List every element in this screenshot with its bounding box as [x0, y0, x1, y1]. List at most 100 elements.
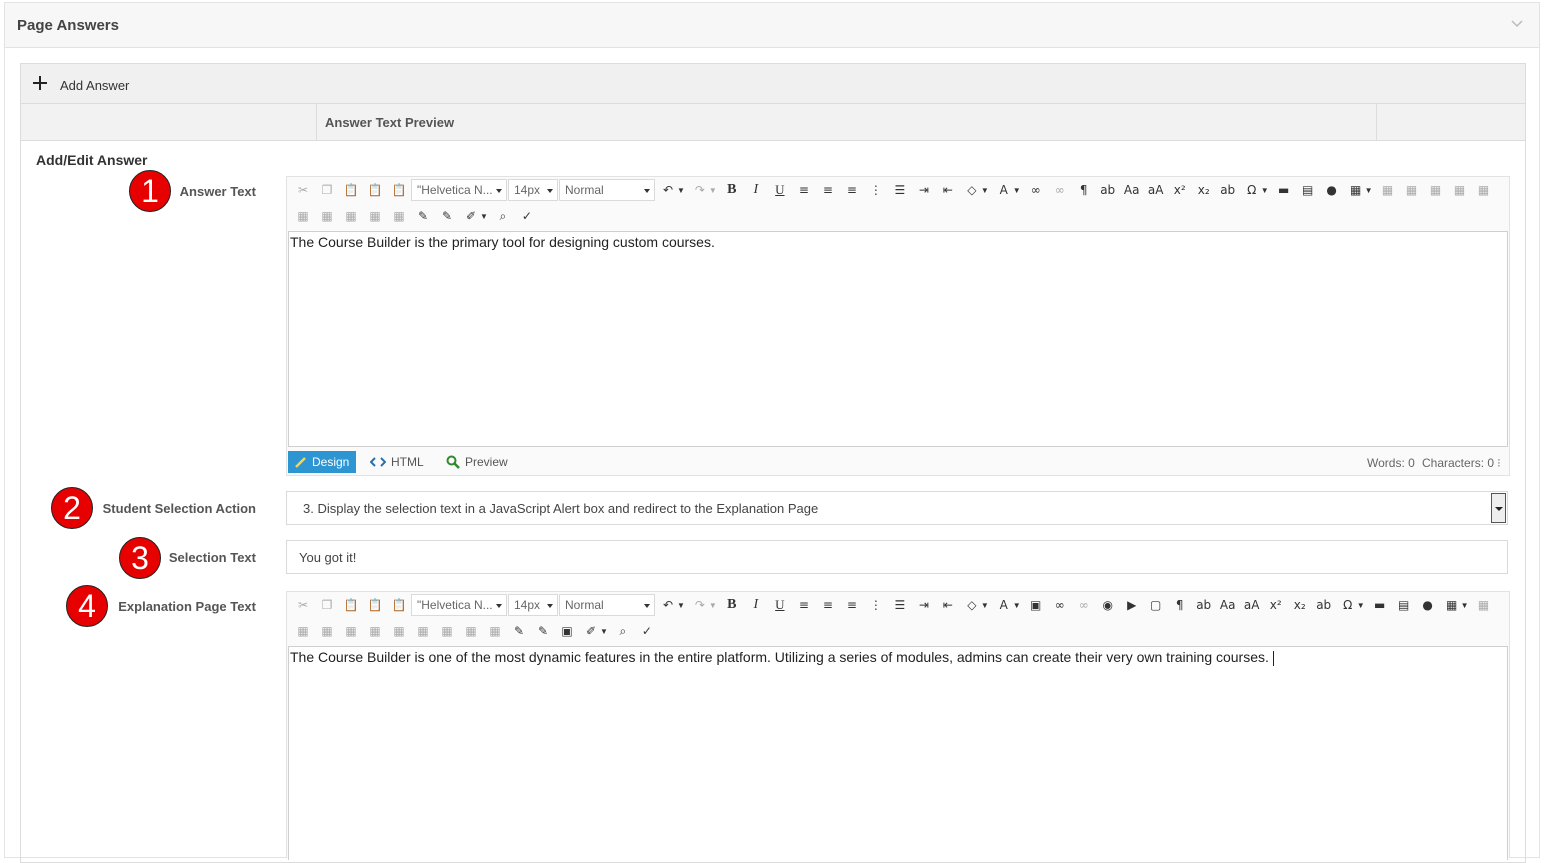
superscript-icon[interactable]: x²: [1172, 182, 1188, 198]
bullet-list-icon[interactable]: ☰: [892, 597, 908, 613]
indent-icon[interactable]: ⇥: [916, 597, 932, 613]
underline-icon[interactable]: U: [772, 597, 788, 613]
table-col-right-icon[interactable]: ▦: [1476, 182, 1492, 198]
change-case-icon[interactable]: aA: [1244, 597, 1260, 613]
find-icon[interactable]: ⌕: [495, 208, 511, 224]
paste-text-icon[interactable]: 📋: [391, 597, 407, 613]
ordered-list-icon[interactable]: ⋮: [868, 597, 884, 613]
table-icon[interactable]: ▦: [1444, 597, 1460, 613]
table-row-below-icon[interactable]: ▦: [1404, 182, 1420, 198]
preview-mode-tab[interactable]: Preview: [439, 451, 515, 473]
subscript-icon[interactable]: x₂: [1196, 182, 1212, 198]
table-delete-col-icon[interactable]: ▦: [295, 208, 311, 224]
strikethrough-icon[interactable]: ab: [1316, 597, 1332, 613]
paragraph-icon[interactable]: ¶: [1076, 182, 1092, 198]
copy-icon[interactable]: ❐: [319, 182, 335, 198]
align-center-icon[interactable]: ≡: [820, 182, 836, 198]
cut-icon[interactable]: ✂: [295, 597, 311, 613]
flash-icon[interactable]: ◉: [1100, 597, 1116, 613]
find-icon[interactable]: ⌕: [615, 623, 631, 639]
video-icon[interactable]: ▶: [1124, 597, 1140, 613]
outdent-icon[interactable]: ⇤: [940, 182, 956, 198]
format-select[interactable]: Normal: [559, 594, 655, 616]
table-col-right-icon[interactable]: ▦: [367, 623, 383, 639]
subscript-icon[interactable]: x₂: [1292, 597, 1308, 613]
paste-word-icon[interactable]: 📋: [367, 182, 383, 198]
case-icon[interactable]: Aa: [1124, 182, 1140, 198]
strikethrough-icon[interactable]: ab: [1220, 182, 1236, 198]
underline-icon[interactable]: U: [772, 182, 788, 198]
change-case-icon[interactable]: aA: [1148, 182, 1164, 198]
cut-icon[interactable]: ✂: [295, 182, 311, 198]
superscript-icon[interactable]: x²: [1268, 597, 1284, 613]
spellcheck-icon[interactable]: ✓: [639, 623, 655, 639]
design-mode-tab[interactable]: Design: [288, 451, 357, 473]
answer-text-content[interactable]: The Course Builder is the primary tool f…: [288, 231, 1508, 447]
format-stripper-icon[interactable]: ✐: [463, 208, 479, 224]
ordered-list-icon[interactable]: ⋮: [868, 182, 884, 198]
table-cell-icon[interactable]: ▦: [367, 208, 383, 224]
bold-icon[interactable]: B: [724, 597, 740, 613]
outdent-icon[interactable]: ⇤: [940, 597, 956, 613]
table-row-above-icon[interactable]: ▦: [1380, 182, 1396, 198]
html-mode-tab[interactable]: HTML: [363, 451, 431, 473]
table-delete-row-icon[interactable]: ▦: [1428, 182, 1444, 198]
align-right-icon[interactable]: ≡: [844, 182, 860, 198]
special-char-icon[interactable]: Ω: [1340, 597, 1356, 613]
table-delete-icon[interactable]: ▦: [487, 623, 503, 639]
spellcheck-text-icon[interactable]: ab: [1100, 182, 1116, 198]
table-delete-icon[interactable]: ▦: [391, 208, 407, 224]
highlight-color-icon[interactable]: ◇: [964, 597, 980, 613]
table-row-below-icon[interactable]: ▦: [295, 623, 311, 639]
align-center-icon[interactable]: ≡: [820, 597, 836, 613]
case-icon[interactable]: Aa: [1220, 597, 1236, 613]
font-size-select[interactable]: 14px: [508, 179, 558, 201]
link-icon[interactable]: ∞: [1052, 597, 1068, 613]
unlink-icon[interactable]: ∞: [1076, 597, 1092, 613]
media-icon[interactable]: ●: [1420, 597, 1436, 613]
redo-icon[interactable]: ↷: [692, 182, 708, 198]
table-col-left-icon[interactable]: ▦: [1452, 182, 1468, 198]
undo-icon[interactable]: ↶: [660, 597, 676, 613]
bold-icon[interactable]: B: [724, 182, 740, 198]
bullet-list-icon[interactable]: ☰: [892, 182, 908, 198]
paragraph-icon[interactable]: ¶: [1172, 597, 1188, 613]
table-icon[interactable]: ▦: [1348, 182, 1364, 198]
special-char-icon[interactable]: Ω: [1244, 182, 1260, 198]
horizontal-rule-icon[interactable]: ▬: [1276, 182, 1292, 198]
link-icon[interactable]: ∞: [1028, 182, 1044, 198]
horizontal-rule-icon[interactable]: ▬: [1372, 597, 1388, 613]
media-icon[interactable]: ●: [1324, 182, 1340, 198]
spellcheck-icon[interactable]: ✓: [519, 208, 535, 224]
select-dropdown-button[interactable]: [1491, 493, 1506, 523]
redo-icon[interactable]: ↷: [692, 597, 708, 613]
paste-icon[interactable]: 📋: [343, 182, 359, 198]
edit-properties-icon[interactable]: ✎: [511, 623, 527, 639]
selection-action-select[interactable]: 3. Display the selection text in a JavaS…: [286, 491, 1508, 525]
align-right-icon[interactable]: ≡: [844, 597, 860, 613]
table-row-above-icon[interactable]: ▦: [1476, 597, 1492, 613]
font-family-select[interactable]: "Helvetica N...: [411, 594, 507, 616]
document-icon[interactable]: ▢: [1148, 597, 1164, 613]
font-family-select[interactable]: "Helvetica N...: [411, 179, 507, 201]
explanation-text-content[interactable]: The Course Builder is one of the most dy…: [288, 646, 1508, 860]
italic-icon[interactable]: I: [748, 597, 764, 613]
table-delete-row-icon[interactable]: ▦: [319, 623, 335, 639]
selection-text-input[interactable]: You got it!: [286, 540, 1508, 574]
format-select[interactable]: Normal: [559, 179, 655, 201]
highlight-color-icon[interactable]: ◇: [964, 182, 980, 198]
font-color-icon[interactable]: A: [996, 182, 1012, 198]
edit-properties-icon[interactable]: ✎: [415, 208, 431, 224]
form-icon[interactable]: ▤: [1396, 597, 1412, 613]
panel-header[interactable]: Page Answers: [5, 3, 1539, 48]
table-merge-icon[interactable]: ▦: [319, 208, 335, 224]
undo-icon[interactable]: ↶: [660, 182, 676, 198]
edit-cell-icon[interactable]: ✎: [535, 623, 551, 639]
image-map-icon[interactable]: ▣: [559, 623, 575, 639]
font-size-select[interactable]: 14px: [508, 594, 558, 616]
edit-cell-icon[interactable]: ✎: [439, 208, 455, 224]
italic-icon[interactable]: I: [748, 182, 764, 198]
table-merge-icon[interactable]: ▦: [415, 623, 431, 639]
chevron-down-icon[interactable]: [1509, 15, 1525, 31]
add-answer-button[interactable]: Add Answer: [21, 64, 1525, 104]
